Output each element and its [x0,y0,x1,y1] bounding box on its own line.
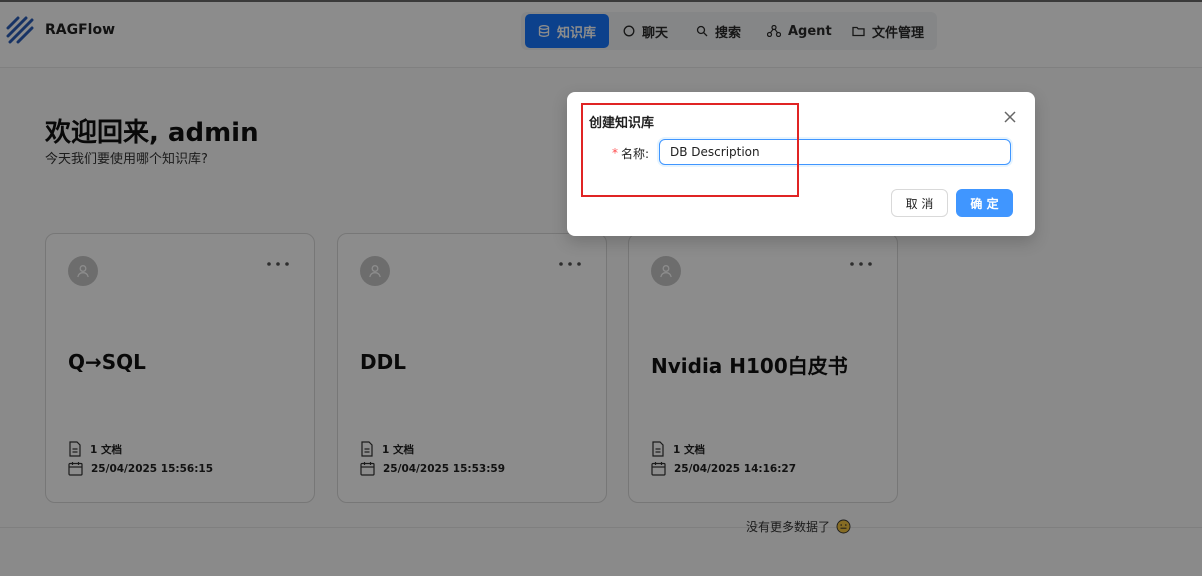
required-mark: * [612,146,618,160]
page: RAGFlow 知识库 聊天 搜索 Agent 文件管理 欢迎回来, admin… [0,0,1202,576]
modal-mask[interactable] [0,0,1202,576]
dialog-title: 创建知识库 [589,116,655,131]
name-input[interactable] [659,139,1011,165]
cancel-button[interactable]: 取 消 [891,189,948,217]
ok-button[interactable]: 确 定 [956,189,1013,217]
create-knowledge-base-dialog: 创建知识库 * 名称: 取 消 确 定 [567,92,1035,236]
close-icon[interactable] [1001,108,1019,126]
name-field-label: 名称: [621,147,650,161]
